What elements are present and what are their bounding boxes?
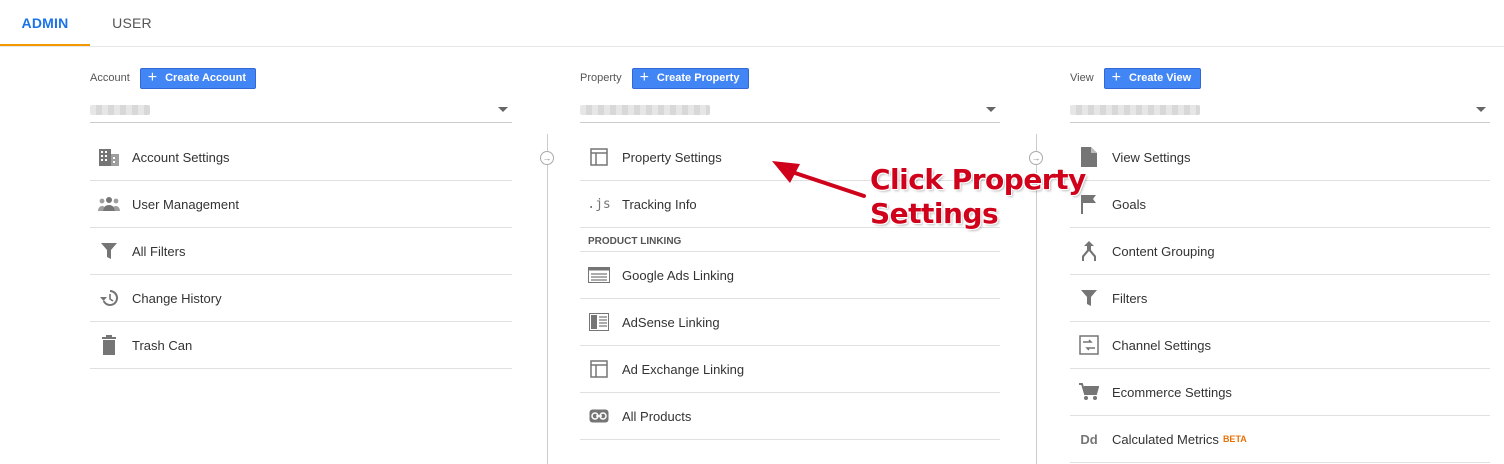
beta-badge: BETA xyxy=(1222,434,1247,444)
filters-label: Filters xyxy=(1112,290,1148,306)
annotation-line-2: Settings xyxy=(870,197,999,230)
account-menu: Account Settings User Management All Fil… xyxy=(90,134,512,369)
view-menu: View Settings Goals Content Grouping Fil… xyxy=(1070,134,1490,463)
all-products-item[interactable]: All Products xyxy=(580,393,1000,440)
all-filters-label: All Filters xyxy=(132,243,186,259)
calculated-metrics-item[interactable]: Dd Calculated Metrics BETA xyxy=(1070,416,1490,463)
ad-exchange-linking-label: Ad Exchange Linking xyxy=(622,361,745,377)
create-view-button[interactable]: + Create View xyxy=(1103,67,1202,89)
google-ads-linking-item[interactable]: Google Ads Linking xyxy=(580,252,1000,299)
goals-label: Goals xyxy=(1112,196,1146,212)
plus-icon: + xyxy=(1111,69,1121,86)
adsense-linking-item[interactable]: AdSense Linking xyxy=(580,299,1000,346)
create-property-button[interactable]: + Create Property xyxy=(631,67,750,89)
layout-icon xyxy=(588,146,610,168)
change-history-label: Change History xyxy=(132,290,222,306)
channel-icon xyxy=(1078,334,1100,356)
channel-settings-label: Channel Settings xyxy=(1112,337,1212,353)
google-ads-linking-label: Google Ads Linking xyxy=(622,267,735,283)
annotation-line-1: Click Property xyxy=(870,163,1086,196)
arrow-right-circle-icon: → xyxy=(540,151,554,165)
chevron-down-icon xyxy=(498,107,508,112)
view-label: View xyxy=(1070,72,1094,84)
user-management-item[interactable]: User Management xyxy=(90,181,512,228)
annotation-callout: Click Property Settings xyxy=(870,163,1086,231)
account-name-redacted xyxy=(90,105,150,115)
property-selector[interactable] xyxy=(580,100,1000,123)
trash-can-label: Trash Can xyxy=(132,337,193,353)
tabs-divider xyxy=(0,46,1504,47)
create-property-label: Create Property xyxy=(656,72,740,84)
all-filters-item[interactable]: All Filters xyxy=(90,228,512,275)
adsense-icon xyxy=(588,311,610,333)
create-view-label: Create View xyxy=(1129,72,1192,84)
building-icon xyxy=(98,146,120,168)
tab-user[interactable]: USER xyxy=(90,0,174,46)
view-settings-item[interactable]: View Settings xyxy=(1070,134,1490,181)
chevron-down-icon xyxy=(986,107,996,112)
view-name-redacted xyxy=(1070,105,1200,115)
property-column-header: Property + Create Property xyxy=(580,64,1002,92)
ad-exchange-linking-item[interactable]: Ad Exchange Linking xyxy=(580,346,1000,393)
tracking-info-label: Tracking Info xyxy=(622,196,697,212)
filters-item[interactable]: Filters xyxy=(1070,275,1490,322)
create-account-label: Create Account xyxy=(165,72,246,84)
column-divider-1 xyxy=(547,134,548,464)
view-column-header: View + Create View xyxy=(1070,64,1492,92)
tab-admin[interactable]: ADMIN xyxy=(0,0,90,46)
goals-item[interactable]: Goals xyxy=(1070,181,1490,228)
view-settings-label: View Settings xyxy=(1112,149,1191,165)
account-settings-item[interactable]: Account Settings xyxy=(90,134,512,181)
calculated-metrics-label: Calculated Metrics xyxy=(1112,431,1219,447)
content-grouping-label: Content Grouping xyxy=(1112,243,1215,259)
ecommerce-settings-item[interactable]: Ecommerce Settings xyxy=(1070,369,1490,416)
account-selector[interactable] xyxy=(90,100,512,123)
ecommerce-settings-label: Ecommerce Settings xyxy=(1112,384,1232,400)
channel-settings-item[interactable]: Channel Settings xyxy=(1070,322,1490,369)
view-selector[interactable] xyxy=(1070,100,1490,123)
ads-icon xyxy=(588,264,610,286)
admin-user-tabs: ADMIN USER xyxy=(0,0,1504,46)
dd-icon: Dd xyxy=(1080,431,1098,447)
history-icon xyxy=(98,287,120,309)
annotation-arrow-icon xyxy=(772,161,866,198)
product-linking-heading: PRODUCT LINKING xyxy=(580,228,1000,252)
plus-icon: + xyxy=(639,69,649,86)
link-icon xyxy=(588,405,610,427)
all-products-label: All Products xyxy=(622,408,692,424)
account-label: Account xyxy=(90,72,130,84)
property-label: Property xyxy=(580,72,622,84)
user-management-label: User Management xyxy=(132,196,239,212)
people-icon xyxy=(98,193,120,215)
change-history-item[interactable]: Change History xyxy=(90,275,512,322)
plus-icon: + xyxy=(147,69,158,86)
filter-icon xyxy=(1078,287,1100,309)
layout-icon xyxy=(588,358,610,380)
content-grouping-item[interactable]: Content Grouping xyxy=(1070,228,1490,275)
trash-can-item[interactable]: Trash Can xyxy=(90,322,512,369)
property-name-redacted xyxy=(580,105,710,115)
grouping-icon xyxy=(1078,240,1100,262)
adsense-linking-label: AdSense Linking xyxy=(622,314,720,330)
account-settings-label: Account Settings xyxy=(132,149,230,165)
js-icon: .js xyxy=(587,196,611,212)
cart-icon xyxy=(1078,381,1100,403)
account-column-header: Account + Create Account xyxy=(90,64,512,92)
create-account-button[interactable]: + Create Account xyxy=(139,67,256,89)
chevron-down-icon xyxy=(1476,107,1486,112)
filter-icon xyxy=(98,240,120,262)
property-settings-label: Property Settings xyxy=(622,149,722,165)
trash-icon xyxy=(98,334,120,356)
